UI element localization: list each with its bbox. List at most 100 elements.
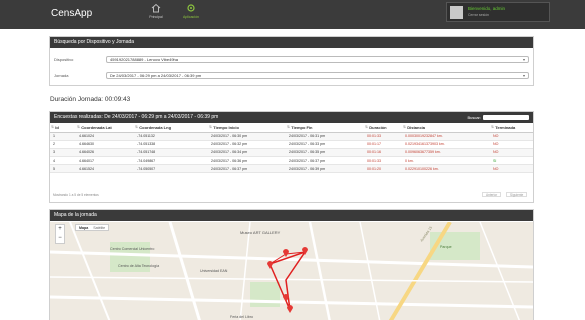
sort-icon: ⇅ [135,125,138,129]
nav-item-aplicacion[interactable]: Aplicación [178,3,204,19]
map-label: Parque [440,245,452,249]
chevron-down-icon: ▾ [522,57,525,62]
col-header-distance-label: Distancia [407,124,426,130]
table-header-row: ⇅ Id ⇅ Coordenada Lat ⇅ Coordenada Lng ⇅… [50,123,533,133]
table-row[interactable]: 4 4.664017 -74.049867 24/03/2017 - 06:36 pm… [50,156,533,166]
map-type-map-button[interactable]: Mapa [79,226,88,230]
col-header-duration[interactable]: ⇅ Duración [364,123,402,133]
session-select-value: De 24/03/2017 - 06:29 pm a 24/03/2017 - … [110,73,202,78]
table-cell: 0.021934161373903 km. [402,140,490,149]
table-cell: 5 [50,164,76,174]
top-navbar: CensApp Principal Aplicación Bienvenido,… [0,0,585,29]
table-row[interactable]: 5 4.661524 -74.050507 24/03/2017 - 06:37 pm… [50,164,533,174]
map-road [239,222,251,320]
surveys-panel-header: Encuestas realizadas: De 24/03/2017 - 06… [50,112,533,123]
sort-icon: ⇅ [403,125,406,129]
col-header-id-label: Id [55,124,59,130]
table-search: Buscar: [467,114,529,121]
user-greeting: Bienvenido, admin [468,6,506,11]
col-header-id[interactable]: ⇅ Id [50,123,76,133]
table-cell: 24/03/2017 - 06:39 pm [286,164,364,174]
user-menu[interactable]: Bienvenido, admin Cerrar sesión [446,2,550,22]
col-header-distance[interactable]: ⇅ Distancia [402,123,490,133]
col-header-finished[interactable]: ⇅ Terminada [490,123,533,133]
table-cell: 24/03/2017 - 06:32 pm [208,140,286,149]
filter-panel: Búsqueda por Dispositivo y Jornada Dispo… [49,36,534,86]
table-cell: -74.049867 [134,156,208,166]
col-header-finished-label: Terminada [495,124,516,130]
route-map[interactable]: Museo ART GALLERY Centro Comercial Unice… [50,222,533,320]
zoom-in-button[interactable]: + [56,225,64,234]
table-cell: NO [490,164,533,174]
sort-icon: ⇅ [209,125,212,129]
col-header-end-label: Tiempo Fin [291,124,313,130]
col-header-lng-label: Coordenada Lng [139,124,172,130]
sort-icon: ⇅ [287,125,290,129]
table-cell: 00:01:17 [364,140,402,149]
table-cell: 00:01:16 [364,148,402,158]
search-label: Buscar: [467,115,481,120]
table-cell: 24/03/2017 - 06:36 pm [208,156,286,166]
logout-link[interactable]: Cerrar sesión [468,13,489,17]
col-header-start[interactable]: ⇅ Tiempo Inicio [208,123,286,133]
col-header-lat[interactable]: ⇅ Coordenada Lat [76,123,134,133]
next-page-button[interactable]: Siguiente [506,192,528,197]
table-row[interactable]: 1 4.661024 -74.051132 24/03/2017 - 06:30 pm… [50,132,533,141]
prev-page-button[interactable]: Anterior [482,192,502,197]
zoom-out-button[interactable]: − [56,234,64,243]
map-park-area [250,282,280,307]
table-cell: 0.0096063677359 km. [402,148,490,158]
search-input[interactable] [483,115,529,121]
table-cell: 3 [50,148,76,158]
map-label: Centro Comercial Unicentro [110,247,154,251]
surveys-panel-title: Encuestas realizadas: De 24/03/2017 - 06… [54,114,219,120]
surveys-table-body: 1 4.661024 -74.051132 24/03/2017 - 06:30 pm… [50,132,533,174]
session-select[interactable]: De 24/03/2017 - 06:29 pm a 24/03/2017 - … [106,72,529,79]
table-cell: 4.664017 [76,156,134,166]
table-cell: 4.661524 [76,164,134,174]
session-duration: Duración Jornada: 00:09:43 [50,96,131,103]
table-cell: 0 km. [402,156,490,166]
table-cell: 24/03/2017 - 06:37 pm [208,164,286,174]
table-cell: 4.661024 [76,132,134,141]
map-marker[interactable] [287,305,293,313]
table-row[interactable]: 3 4.664026 -74.051748 24/03/2017 - 06:34 pm… [50,148,533,158]
sort-icon: ⇅ [365,125,368,129]
table-cell: NO [490,132,533,141]
table-cell: 1 [50,132,76,141]
zoom-control: + − [55,224,65,244]
col-header-duration-label: Duración [369,124,387,130]
map-label: Museo ART GALLERY [240,230,281,235]
device-select[interactable]: 459192021788889 - Lenovo Vibe49ha ▾ [106,56,529,63]
avatar [450,6,463,19]
map-road [359,222,381,320]
surveys-panel: Encuestas realizadas: De 24/03/2017 - 06… [49,111,534,203]
map-road [168,222,201,320]
table-cell: NO [490,140,533,149]
map-road [308,222,331,320]
chevron-down-icon: ▾ [522,73,525,78]
col-header-lng[interactable]: ⇅ Coordenada Lng [134,123,208,133]
table-cell: 0.00030019232847 km. [402,132,490,141]
map-type-satellite-button[interactable]: Satélite [93,226,105,230]
table-cell: 24/03/2017 - 06:30 pm [208,132,286,141]
table-cell: -74.051748 [134,148,208,158]
table-cell: NO [490,148,533,158]
table-cell: 4.664630 [76,140,134,149]
col-header-end[interactable]: ⇅ Tiempo Fin [286,123,364,133]
table-cell: 4 [50,156,76,166]
table-cell: 24/03/2017 - 06:37 pm [286,156,364,166]
app-brand[interactable]: CensApp [51,8,92,19]
nav-item-principal[interactable]: Principal [143,3,169,19]
map-label: Universidad EAN [200,269,228,273]
sort-icon: ⇅ [491,125,494,129]
map-label: Centro de Alta Tecnología [118,264,159,268]
gear-icon [187,4,195,12]
table-cell: 24/03/2017 - 06:35 pm [286,148,364,158]
session-label: Jornada [54,73,69,78]
table-cell: -74.051132 [134,132,208,141]
table-cell: 24/03/2017 - 06:34 pm [208,148,286,158]
table-row[interactable]: 2 4.664630 -74.051338 24/03/2017 - 06:32 pm… [50,140,533,149]
filter-panel-title: Búsqueda por Dispositivo y Jornada [50,37,533,48]
map-panel: Mapa de la jornada Museo ART GALLERY Cen… [49,209,534,320]
